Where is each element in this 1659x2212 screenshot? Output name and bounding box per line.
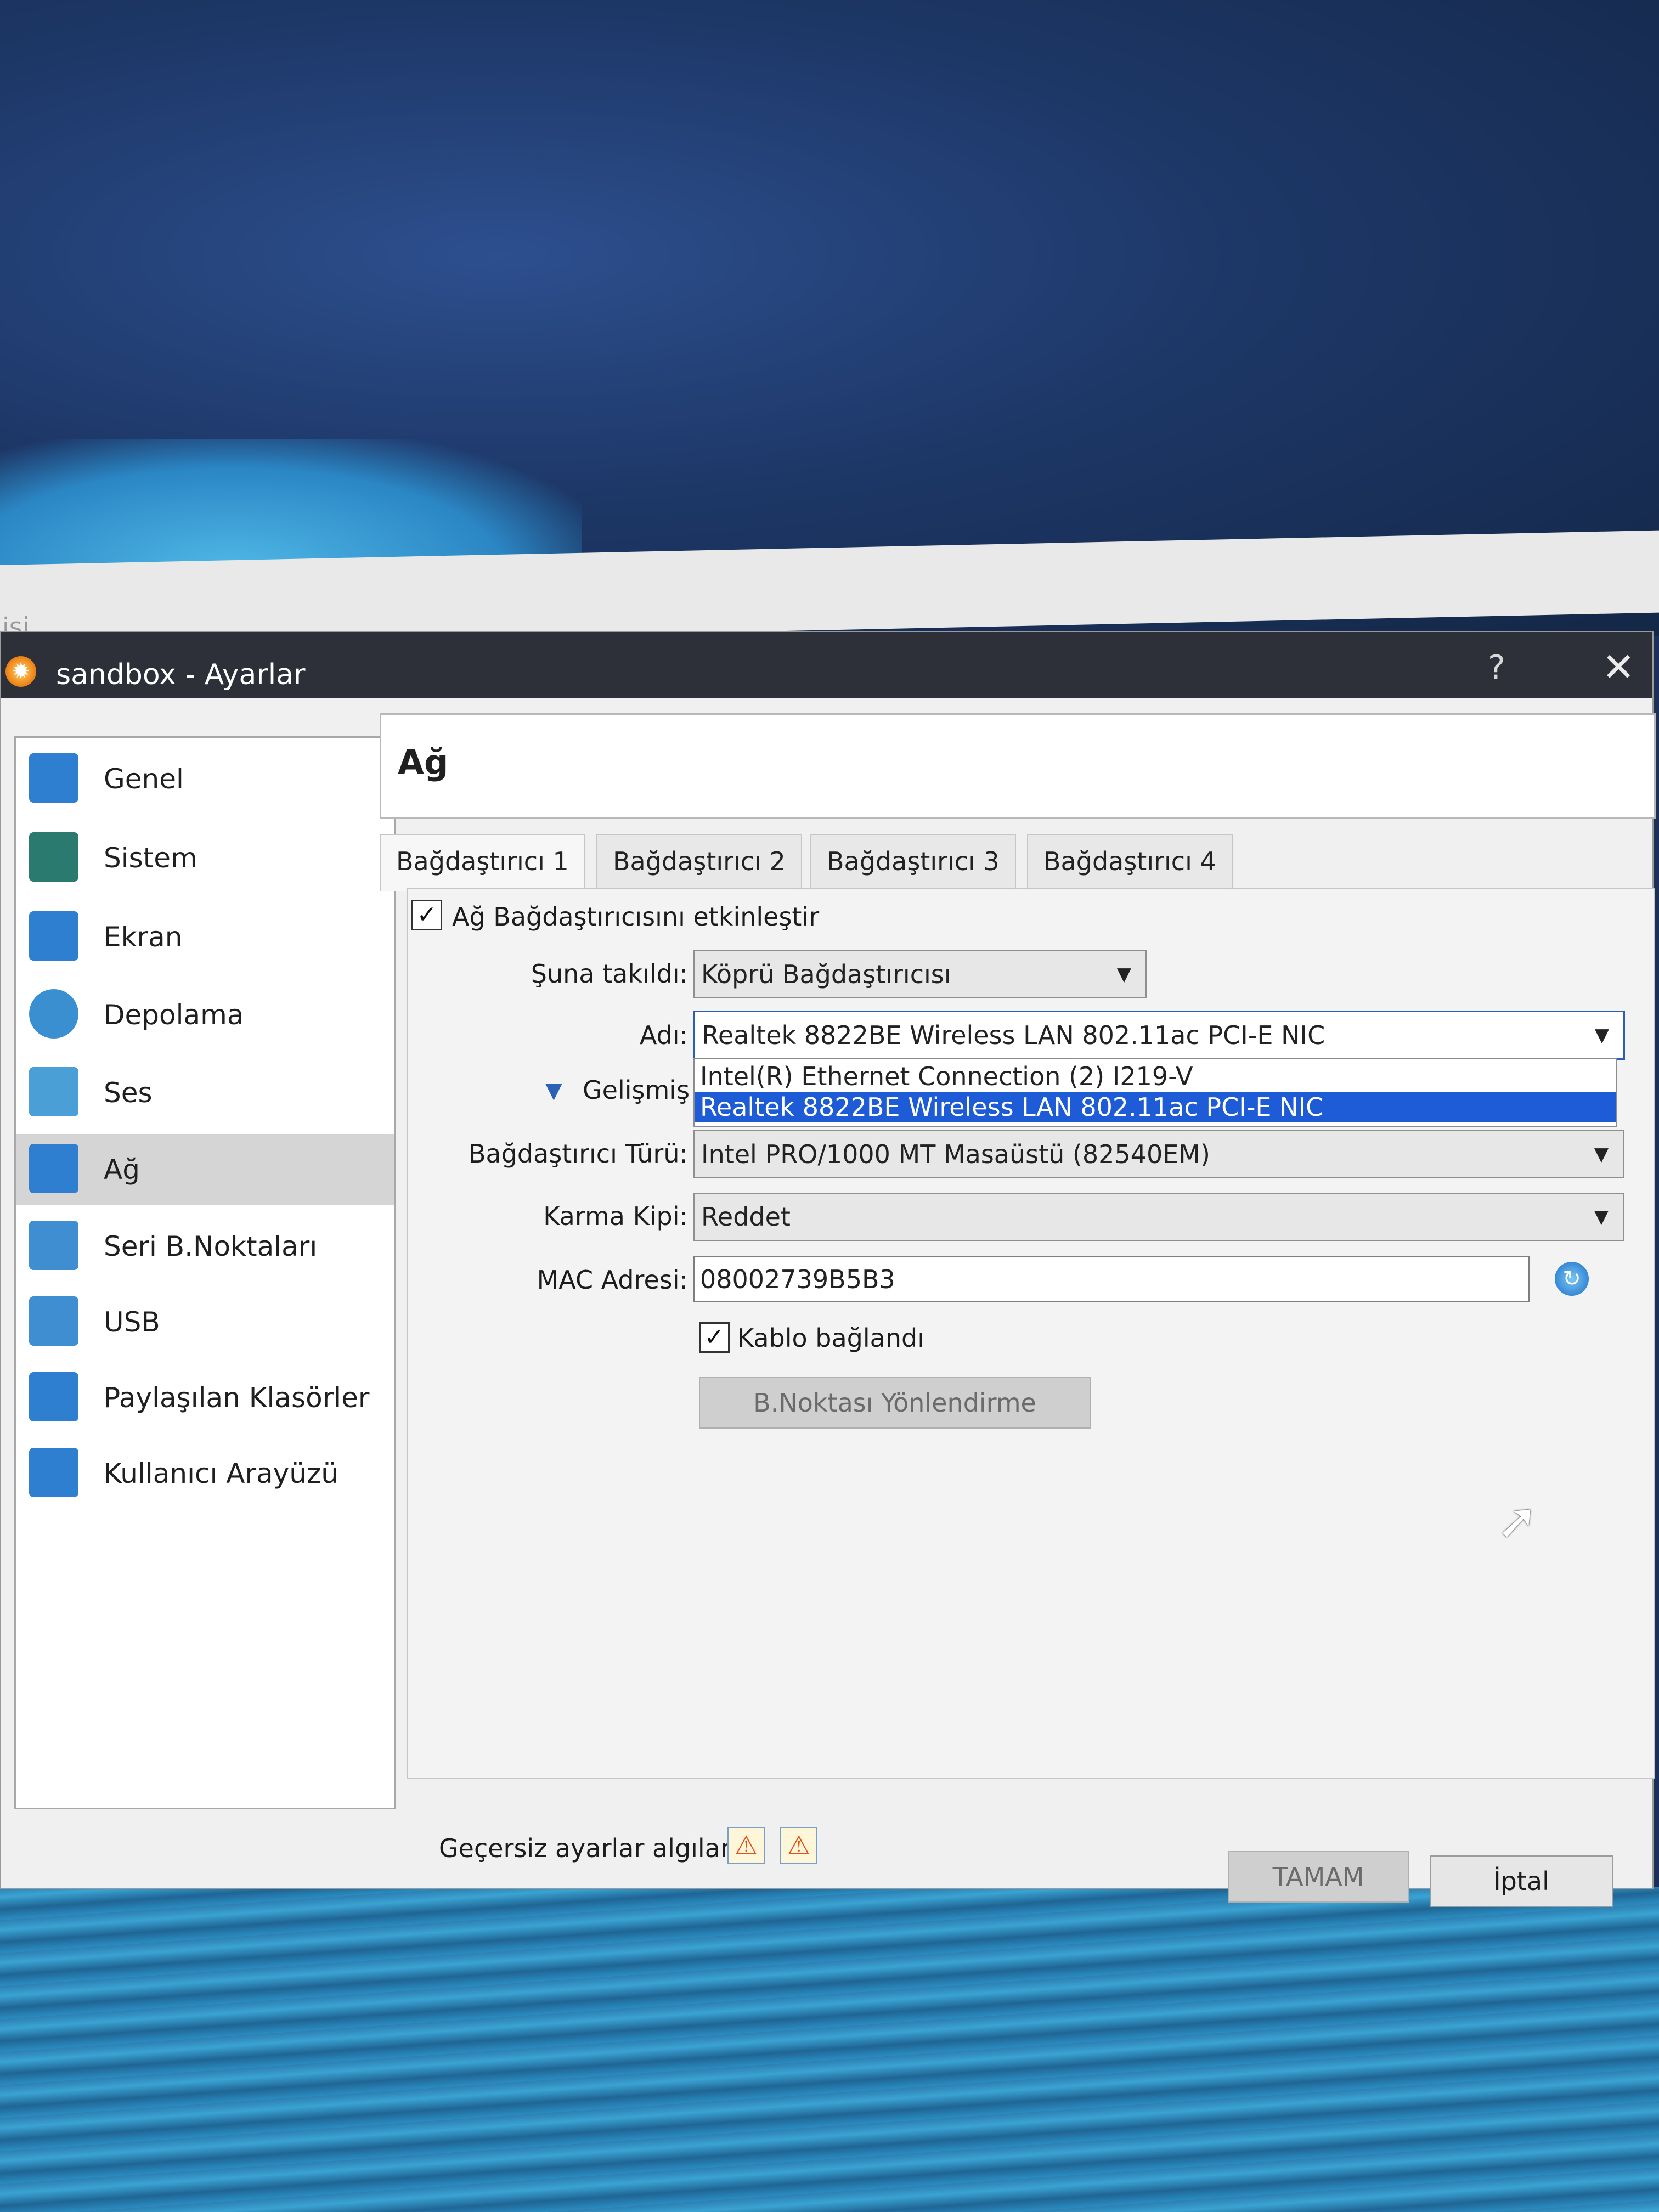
chevron-down-icon: ▼ (1594, 1024, 1609, 1046)
section-header: Ağ (380, 713, 1656, 819)
serial-port-icon (29, 1221, 78, 1270)
expand-triangle-icon[interactable]: ▼ (545, 1078, 562, 1103)
monitor-icon (29, 753, 78, 803)
settings-dialog: ✹ sandbox - Ayarlar ? ✕ Genel Sistem Ekr… (0, 631, 1656, 1907)
promiscuous-mode-label: Karma Kipi: (543, 1201, 688, 1231)
warning-icon[interactable]: ⚠ (727, 1827, 765, 1864)
adapter-type-select[interactable]: Intel PRO/1000 MT Masaüstü (82540EM) ▼ (693, 1130, 1624, 1178)
name-label: Adı: (639, 1020, 688, 1050)
adapter-name-dropdown: Intel(R) Ethernet Connection (2) I219-V … (693, 1058, 1617, 1127)
sidebar-item-label: Genel (104, 763, 184, 795)
advanced-toggle[interactable]: Gelişmiş (583, 1075, 690, 1105)
promiscuous-mode-select[interactable]: Reddet ▼ (693, 1193, 1624, 1241)
sidebar-item-label: Ses (104, 1077, 153, 1109)
sidebar-item-usb[interactable]: USB (16, 1286, 394, 1358)
desktop-wallpaper-bottom (0, 1887, 1659, 2212)
usb-icon (29, 1296, 78, 1346)
mac-address-field[interactable]: 08002739B5B3 (693, 1256, 1530, 1302)
sidebar-item-sistem[interactable]: Sistem (16, 822, 394, 894)
adapter-name-value: Realtek 8822BE Wireless LAN 802.11ac PCI… (702, 1020, 1325, 1050)
cancel-button[interactable]: İptal (1430, 1855, 1613, 1907)
refresh-mac-icon[interactable]: ↻ (1555, 1262, 1589, 1296)
close-button[interactable]: ✕ (1602, 644, 1635, 690)
attached-to-select[interactable]: Köprü Bağdaştırıcısı ▼ (693, 950, 1147, 998)
sidebar-item-ses[interactable]: Ses (16, 1057, 394, 1128)
chip-icon (29, 832, 78, 882)
adapter-type-label: Bağdaştırıcı Türü: (468, 1139, 688, 1169)
mouse-cursor-icon: ➚ (1497, 1492, 1538, 1550)
promiscuous-mode-value: Reddet (701, 1202, 791, 1232)
attached-to-label: Şuna takıldı: (531, 959, 688, 989)
sidebar-item-paylasilan-klasorler[interactable]: Paylaşılan Klasörler (16, 1362, 394, 1434)
speaker-icon (29, 1067, 78, 1116)
sidebar-item-genel[interactable]: Genel (16, 743, 394, 815)
ok-button[interactable]: TAMAM (1228, 1851, 1409, 1903)
sidebar-item-label: Sistem (104, 842, 198, 874)
sidebar-item-depolama[interactable]: Depolama (16, 979, 394, 1051)
attached-to-value: Köprü Bağdaştırıcısı (701, 960, 951, 989)
help-button[interactable]: ? (1488, 648, 1505, 687)
window-title: sandbox - Ayarlar (56, 658, 306, 691)
tab-adapter-1[interactable]: Bağdaştırıcı 1 (380, 834, 585, 891)
enable-adapter-checkbox[interactable]: ✓ (411, 900, 442, 930)
sidebar-item-label: Paylaşılan Klasörler (104, 1382, 370, 1414)
invalid-settings-text: Geçersiz ayarlar algılandı (439, 1833, 760, 1863)
tab-adapter-3[interactable]: Bağdaştırıcı 3 (810, 834, 1016, 888)
port-forwarding-button[interactable]: B.Noktası Yönlendirme (699, 1377, 1091, 1429)
mac-address-label: MAC Adresi: (537, 1265, 688, 1295)
adapter-name-select[interactable]: Realtek 8822BE Wireless LAN 802.11ac PCI… (693, 1011, 1625, 1060)
adapter-settings-panel: ✓ Ağ Bağdaştırıcısını etkinleştir Şuna t… (407, 888, 1655, 1779)
sidebar-item-ag[interactable]: Ağ (16, 1134, 394, 1205)
adapter-option[interactable]: Intel(R) Ethernet Connection (2) I219-V (695, 1061, 1616, 1092)
settings-sidebar: Genel Sistem Ekran Depolama Ses Ağ Seri … (14, 736, 396, 1809)
sidebar-item-label: Depolama (104, 999, 244, 1031)
sidebar-item-label: Seri B.Noktaları (104, 1231, 318, 1262)
sidebar-item-label: Kullanıcı Arayüzü (104, 1458, 338, 1489)
sidebar-item-kullanici-arayuzu[interactable]: Kullanıcı Arayüzü (16, 1438, 394, 1509)
sidebar-item-label: USB (104, 1306, 160, 1338)
sidebar-item-seri-b-noktalari[interactable]: Seri B.Noktaları (16, 1211, 394, 1282)
display-icon (29, 911, 78, 961)
network-icon (29, 1144, 78, 1193)
virtualbox-app-icon: ✹ (5, 656, 36, 687)
adapter-type-value: Intel PRO/1000 MT Masaüstü (82540EM) (701, 1139, 1210, 1169)
folder-icon (29, 1372, 78, 1421)
sidebar-item-label: Ağ (104, 1154, 140, 1186)
tab-adapter-4[interactable]: Bağdaştırıcı 4 (1027, 834, 1233, 888)
cable-connected-label: Kablo bağlandı (737, 1323, 924, 1353)
sidebar-item-ekran[interactable]: Ekran (16, 901, 394, 973)
window-icon (29, 1448, 78, 1497)
disk-icon (29, 989, 78, 1039)
adapter-option-selected[interactable]: Realtek 8822BE Wireless LAN 802.11ac PCI… (695, 1092, 1616, 1122)
cable-connected-checkbox[interactable]: ✓ (699, 1322, 730, 1353)
enable-adapter-label: Ağ Bağdaştırıcısını etkinleştir (452, 902, 820, 932)
title-bar: ✹ sandbox - Ayarlar ? ✕ (1, 632, 1652, 698)
warning-icon[interactable]: ⚠ (780, 1827, 817, 1864)
tab-adapter-2[interactable]: Bağdaştırıcı 2 (596, 834, 802, 888)
chevron-down-icon: ▼ (1594, 1206, 1609, 1228)
chevron-down-icon: ▼ (1116, 963, 1131, 985)
sidebar-item-label: Ekran (104, 921, 183, 953)
chevron-down-icon: ▼ (1594, 1143, 1609, 1165)
page-title: Ağ (398, 742, 449, 782)
